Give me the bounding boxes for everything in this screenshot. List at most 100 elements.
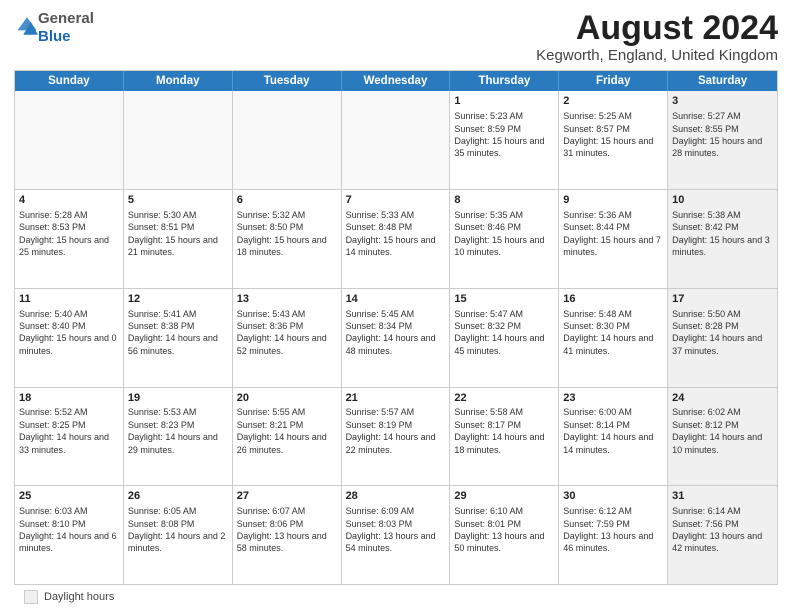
day-number: 3 — [672, 94, 773, 109]
cal-cell-25: 25Sunrise: 6:03 AMSunset: 8:10 PMDayligh… — [15, 486, 124, 584]
header-day-sunday: Sunday — [15, 71, 124, 91]
day-number: 19 — [128, 391, 228, 406]
day-number: 28 — [346, 489, 446, 504]
cal-cell-28: 28Sunrise: 6:09 AMSunset: 8:03 PMDayligh… — [342, 486, 451, 584]
calendar-row-3: 18Sunrise: 5:52 AMSunset: 8:25 PMDayligh… — [15, 388, 777, 487]
day-number: 8 — [454, 193, 554, 208]
day-number: 21 — [346, 391, 446, 406]
day-number: 11 — [19, 292, 119, 307]
day-number: 2 — [563, 94, 663, 109]
cal-cell-18: 18Sunrise: 5:52 AMSunset: 8:25 PMDayligh… — [15, 388, 124, 486]
day-number: 5 — [128, 193, 228, 208]
location-subtitle: Kegworth, England, United Kingdom — [536, 47, 778, 64]
day-number: 31 — [672, 489, 773, 504]
cal-cell-27: 27Sunrise: 6:07 AMSunset: 8:06 PMDayligh… — [233, 486, 342, 584]
day-number: 15 — [454, 292, 554, 307]
cal-cell-8: 8Sunrise: 5:35 AMSunset: 8:46 PMDaylight… — [450, 190, 559, 288]
day-number: 30 — [563, 489, 663, 504]
cell-info: Sunrise: 5:23 AMSunset: 8:59 PMDaylight:… — [454, 110, 554, 160]
cell-info: Sunrise: 5:40 AMSunset: 8:40 PMDaylight:… — [19, 308, 119, 358]
cell-info: Sunrise: 5:47 AMSunset: 8:32 PMDaylight:… — [454, 308, 554, 358]
cell-info: Sunrise: 5:36 AMSunset: 8:44 PMDaylight:… — [563, 209, 663, 259]
cell-info: Sunrise: 6:14 AMSunset: 7:56 PMDaylight:… — [672, 505, 773, 555]
cal-cell-5: 5Sunrise: 5:30 AMSunset: 8:51 PMDaylight… — [124, 190, 233, 288]
day-number: 25 — [19, 489, 119, 504]
day-number: 12 — [128, 292, 228, 307]
cal-cell-12: 12Sunrise: 5:41 AMSunset: 8:38 PMDayligh… — [124, 289, 233, 387]
cal-cell-15: 15Sunrise: 5:47 AMSunset: 8:32 PMDayligh… — [450, 289, 559, 387]
logo-general: General — [38, 10, 94, 27]
day-number: 23 — [563, 391, 663, 406]
cell-info: Sunrise: 5:45 AMSunset: 8:34 PMDaylight:… — [346, 308, 446, 358]
calendar-header: SundayMondayTuesdayWednesdayThursdayFrid… — [15, 71, 777, 91]
cell-info: Sunrise: 5:33 AMSunset: 8:48 PMDaylight:… — [346, 209, 446, 259]
cell-info: Sunrise: 5:32 AMSunset: 8:50 PMDaylight:… — [237, 209, 337, 259]
cell-info: Sunrise: 6:03 AMSunset: 8:10 PMDaylight:… — [19, 505, 119, 555]
cal-cell-30: 30Sunrise: 6:12 AMSunset: 7:59 PMDayligh… — [559, 486, 668, 584]
cell-info: Sunrise: 6:12 AMSunset: 7:59 PMDaylight:… — [563, 505, 663, 555]
header-day-tuesday: Tuesday — [233, 71, 342, 91]
calendar-body: 1Sunrise: 5:23 AMSunset: 8:59 PMDaylight… — [15, 91, 777, 584]
cell-info: Sunrise: 5:55 AMSunset: 8:21 PMDaylight:… — [237, 406, 337, 456]
calendar: SundayMondayTuesdayWednesdayThursdayFrid… — [14, 70, 778, 585]
cell-info: Sunrise: 5:35 AMSunset: 8:46 PMDaylight:… — [454, 209, 554, 259]
calendar-row-1: 4Sunrise: 5:28 AMSunset: 8:53 PMDaylight… — [15, 190, 777, 289]
cal-cell-3: 3Sunrise: 5:27 AMSunset: 8:55 PMDaylight… — [668, 91, 777, 189]
day-number: 20 — [237, 391, 337, 406]
day-number: 29 — [454, 489, 554, 504]
cell-info: Sunrise: 5:27 AMSunset: 8:55 PMDaylight:… — [672, 110, 773, 160]
day-number: 18 — [19, 391, 119, 406]
day-number: 4 — [19, 193, 119, 208]
day-number: 22 — [454, 391, 554, 406]
cell-info: Sunrise: 6:00 AMSunset: 8:14 PMDaylight:… — [563, 406, 663, 456]
day-number: 9 — [563, 193, 663, 208]
day-number: 27 — [237, 489, 337, 504]
cal-cell-7: 7Sunrise: 5:33 AMSunset: 8:48 PMDaylight… — [342, 190, 451, 288]
cal-cell-19: 19Sunrise: 5:53 AMSunset: 8:23 PMDayligh… — [124, 388, 233, 486]
logo-blue: Blue — [38, 28, 71, 45]
cell-info: Sunrise: 5:57 AMSunset: 8:19 PMDaylight:… — [346, 406, 446, 456]
cell-info: Sunrise: 5:53 AMSunset: 8:23 PMDaylight:… — [128, 406, 228, 456]
day-number: 6 — [237, 193, 337, 208]
cal-cell-11: 11Sunrise: 5:40 AMSunset: 8:40 PMDayligh… — [15, 289, 124, 387]
cell-info: Sunrise: 6:02 AMSunset: 8:12 PMDaylight:… — [672, 406, 773, 456]
cell-info: Sunrise: 5:50 AMSunset: 8:28 PMDaylight:… — [672, 308, 773, 358]
cell-info: Sunrise: 5:30 AMSunset: 8:51 PMDaylight:… — [128, 209, 228, 259]
header-day-friday: Friday — [559, 71, 668, 91]
calendar-row-2: 11Sunrise: 5:40 AMSunset: 8:40 PMDayligh… — [15, 289, 777, 388]
cal-cell-20: 20Sunrise: 5:55 AMSunset: 8:21 PMDayligh… — [233, 388, 342, 486]
calendar-row-0: 1Sunrise: 5:23 AMSunset: 8:59 PMDaylight… — [15, 91, 777, 190]
cell-info: Sunrise: 6:05 AMSunset: 8:08 PMDaylight:… — [128, 505, 228, 555]
cal-cell-2: 2Sunrise: 5:25 AMSunset: 8:57 PMDaylight… — [559, 91, 668, 189]
cell-info: Sunrise: 5:38 AMSunset: 8:42 PMDaylight:… — [672, 209, 773, 259]
cell-info: Sunrise: 6:09 AMSunset: 8:03 PMDaylight:… — [346, 505, 446, 555]
calendar-title: August 2024 — [536, 10, 778, 47]
cal-cell-29: 29Sunrise: 6:10 AMSunset: 8:01 PMDayligh… — [450, 486, 559, 584]
cell-info: Sunrise: 5:52 AMSunset: 8:25 PMDaylight:… — [19, 406, 119, 456]
cell-info: Sunrise: 5:58 AMSunset: 8:17 PMDaylight:… — [454, 406, 554, 456]
cal-cell-21: 21Sunrise: 5:57 AMSunset: 8:19 PMDayligh… — [342, 388, 451, 486]
logo: General Blue — [14, 10, 94, 46]
legend-label: Daylight hours — [44, 591, 114, 603]
cal-cell-26: 26Sunrise: 6:05 AMSunset: 8:08 PMDayligh… — [124, 486, 233, 584]
cell-info: Sunrise: 5:43 AMSunset: 8:36 PMDaylight:… — [237, 308, 337, 358]
legend: Daylight hours — [14, 590, 778, 604]
cal-cell-empty-2 — [233, 91, 342, 189]
cal-cell-1: 1Sunrise: 5:23 AMSunset: 8:59 PMDaylight… — [450, 91, 559, 189]
day-number: 1 — [454, 94, 554, 109]
cell-info: Sunrise: 6:07 AMSunset: 8:06 PMDaylight:… — [237, 505, 337, 555]
day-number: 10 — [672, 193, 773, 208]
day-number: 16 — [563, 292, 663, 307]
cell-info: Sunrise: 5:48 AMSunset: 8:30 PMDaylight:… — [563, 308, 663, 358]
day-number: 13 — [237, 292, 337, 307]
header-day-monday: Monday — [124, 71, 233, 91]
cal-cell-14: 14Sunrise: 5:45 AMSunset: 8:34 PMDayligh… — [342, 289, 451, 387]
header-day-thursday: Thursday — [450, 71, 559, 91]
cal-cell-17: 17Sunrise: 5:50 AMSunset: 8:28 PMDayligh… — [668, 289, 777, 387]
legend-box — [24, 590, 38, 604]
header: General Blue August 2024 Kegworth, Engla… — [14, 10, 778, 64]
cell-info: Sunrise: 6:10 AMSunset: 8:01 PMDaylight:… — [454, 505, 554, 555]
day-number: 24 — [672, 391, 773, 406]
cal-cell-empty-0 — [15, 91, 124, 189]
cal-cell-22: 22Sunrise: 5:58 AMSunset: 8:17 PMDayligh… — [450, 388, 559, 486]
